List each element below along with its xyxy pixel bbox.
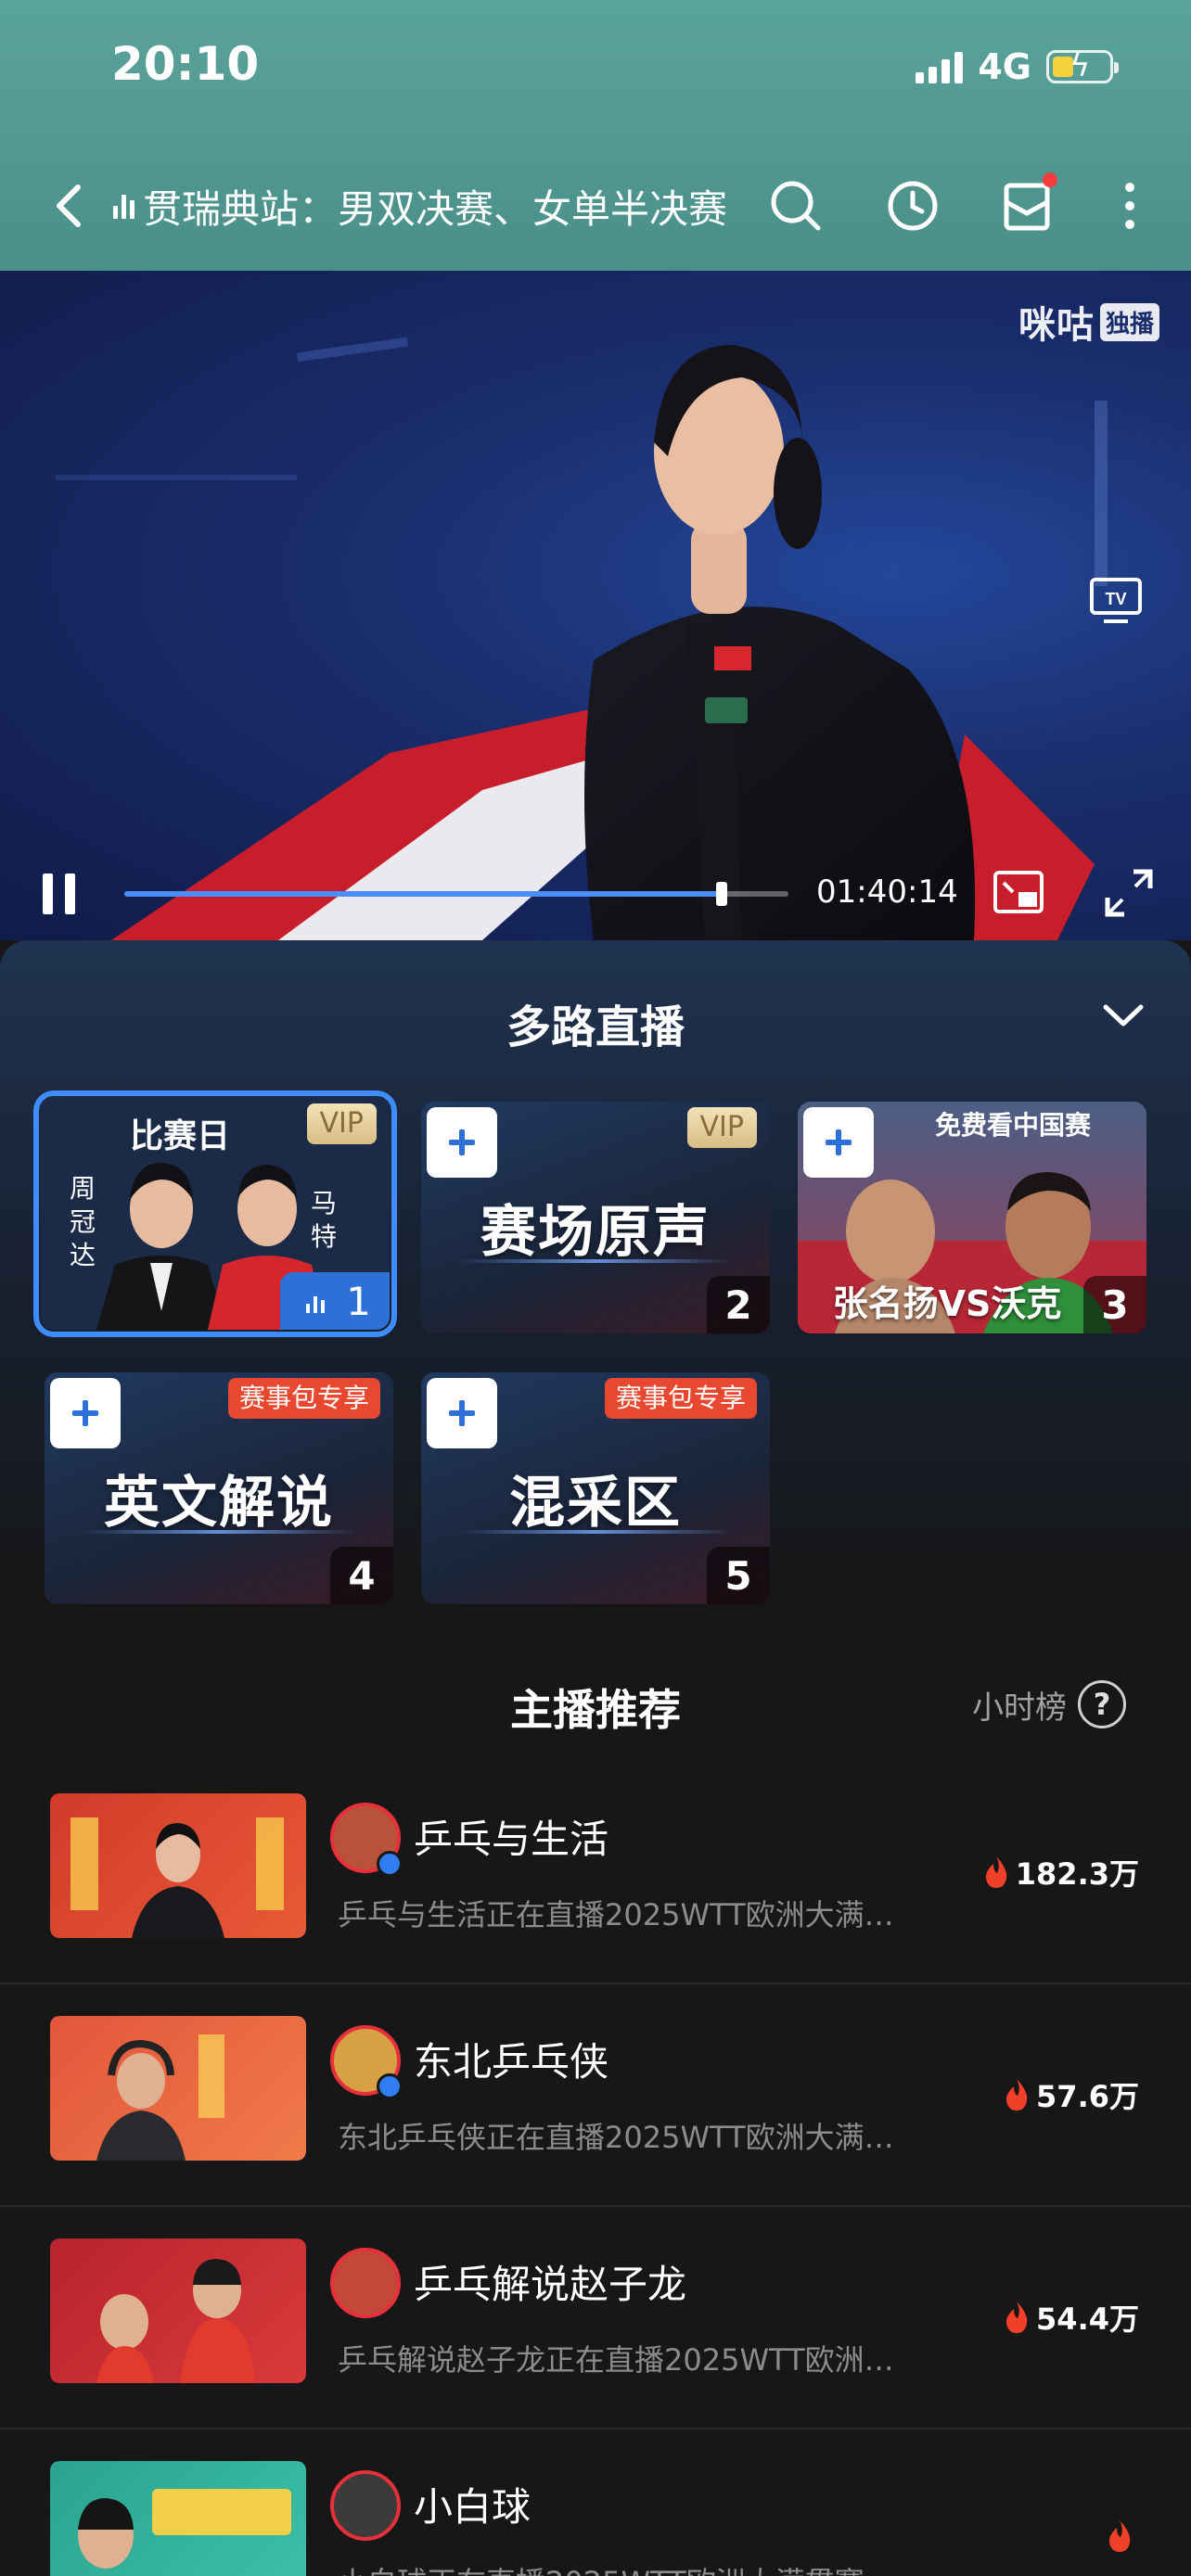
app-header: 20:10 4G ϟ 贯瑞典站：男双决赛、女单半决赛 xyxy=(0,0,1191,271)
stream-description: 东北乒乓侠正在直播2025WTT欧洲大满… xyxy=(338,2120,894,2155)
light-streak xyxy=(458,1259,733,1263)
package-badge: 赛事包专享 xyxy=(604,1378,757,1419)
stream-thumbnail xyxy=(50,2461,306,2576)
rank-label: 小时榜 xyxy=(972,1689,1067,1727)
plus-icon[interactable] xyxy=(427,1378,497,1448)
panel-title: 多路直播 xyxy=(506,1001,685,1053)
flame-icon xyxy=(985,1856,1007,1888)
stream-description: 乒乓与生活正在直播2025WTT欧洲大满… xyxy=(338,1897,894,1932)
plus-icon[interactable] xyxy=(803,1107,874,1178)
streamer-name: 乒乓解说赵子龙 xyxy=(414,2262,687,2307)
back-arrow-icon[interactable] xyxy=(41,176,100,236)
verified-badge-icon xyxy=(377,2073,403,2099)
list-item[interactable]: 乒乓解说赵子龙 乒乓解说赵子龙正在直播2025WTT欧洲… 54.4万 xyxy=(0,2207,1191,2429)
notification-dot xyxy=(1043,172,1057,187)
live-indicator-icon xyxy=(113,191,134,219)
card-title: 比赛日 xyxy=(129,1117,230,1155)
avatar[interactable] xyxy=(330,2470,401,2541)
video-player[interactable]: 咪咕 独播 TV 01:40:14 xyxy=(0,271,1191,940)
live-bars-icon xyxy=(306,1293,325,1313)
light-streak xyxy=(458,1530,733,1534)
vip-badge: VIP xyxy=(306,1103,377,1144)
playback-time: 01:40:14 xyxy=(816,874,958,911)
avatar[interactable] xyxy=(330,2248,401,2318)
heat-value: 54.4万 xyxy=(1036,2302,1139,2337)
channel-card-2[interactable]: VIP 赛场原声 2 xyxy=(421,1102,770,1333)
channel-number: 5 xyxy=(707,1547,770,1604)
more-menu-icon[interactable] xyxy=(1100,176,1159,236)
stream-description: 小白球正在直播2025WTT欧洲大满贯赛… xyxy=(338,2559,931,2576)
channel-number: 1 xyxy=(346,1279,371,1324)
channel-card-5[interactable]: 赛事包专享 混采区 5 xyxy=(421,1372,770,1604)
verified-badge-icon xyxy=(377,1851,403,1877)
heat-value: 182.3万 xyxy=(1015,1856,1139,1892)
battery-icon: ϟ xyxy=(1046,49,1119,83)
watermark-text: 咪咕 xyxy=(1018,304,1095,347)
channel-card-3[interactable]: 免费看中国赛 张名扬VS沃克 3 xyxy=(798,1102,1146,1333)
free-china-badge: 免费看中国赛 xyxy=(934,1110,1091,1141)
channel-number: 2 xyxy=(707,1276,770,1333)
heat-value: 57.6万 xyxy=(1036,2079,1139,2114)
heat-count: 182.3万 xyxy=(982,1851,1139,1894)
network-type: 4G xyxy=(978,46,1031,87)
page-title: 贯瑞典站：男双决赛、女单半决赛 xyxy=(143,186,728,232)
streamer-name: 小白球 xyxy=(414,2484,531,2530)
card-title: 张名扬VS沃克 xyxy=(832,1283,1062,1324)
card-title: 混采区 xyxy=(509,1471,682,1536)
progress-bar[interactable] xyxy=(124,882,788,906)
card-title: 赛场原声 xyxy=(480,1200,711,1265)
plus-icon[interactable] xyxy=(50,1378,121,1448)
heat-count: 57.6万 xyxy=(1003,2073,1139,2116)
stream-thumbnail xyxy=(50,1793,306,1938)
heat-count: 54.4万 xyxy=(1003,2296,1139,2339)
progress-handle[interactable] xyxy=(716,882,728,906)
flame-icon xyxy=(1005,2079,1028,2111)
list-item[interactable]: 乒乓与生活 乒乓与生活正在直播2025WTT欧洲大满… 182.3万 xyxy=(0,1762,1191,1984)
history-clock-icon[interactable] xyxy=(883,176,942,236)
stream-thumbnail xyxy=(50,2016,306,2161)
card-title: 英文解说 xyxy=(104,1471,334,1536)
package-badge: 赛事包专享 xyxy=(227,1378,380,1419)
chevron-down-icon[interactable] xyxy=(1100,998,1146,1035)
flame-icon xyxy=(1108,2520,1131,2552)
streamer-name: 东北乒乓侠 xyxy=(414,2039,609,2085)
search-icon[interactable] xyxy=(766,176,826,236)
channel-number: 4 xyxy=(330,1547,393,1604)
list-item[interactable]: 东北乒乓侠 东北乒乓侠正在直播2025WTT欧洲大满… 57.6万 xyxy=(0,1984,1191,2207)
commentator-left-name: 周冠达 xyxy=(69,1173,96,1270)
plus-icon[interactable] xyxy=(427,1107,497,1178)
light-streak xyxy=(82,1530,356,1534)
picture-in-picture-icon[interactable] xyxy=(992,870,1044,916)
hourly-rank-link[interactable]: 小时榜 ? xyxy=(972,1680,1126,1728)
status-indicators: 4G ϟ xyxy=(916,43,1119,91)
stream-thumbnail xyxy=(50,2238,306,2383)
help-icon[interactable]: ? xyxy=(1078,1680,1126,1728)
streamer-name: 乒乓与生活 xyxy=(414,1817,609,1862)
nav-bar: 贯瑞典站：男双决赛、女单半决赛 xyxy=(0,169,1191,243)
watermark-badge: 独播 xyxy=(1099,302,1159,341)
channel-number: 3 xyxy=(1083,1276,1146,1333)
channel-card-4[interactable]: 赛事包专享 英文解说 4 xyxy=(45,1372,393,1604)
brand-watermark: 咪咕 独播 xyxy=(1018,295,1159,349)
fullscreen-icon[interactable] xyxy=(1104,868,1154,918)
multi-channel-panel: 多路直播 比赛日 VIP 周冠达 马特 1 VIP 赛场原声 2 免费看中国赛 … xyxy=(0,940,1191,1608)
vip-badge: VIP xyxy=(686,1107,757,1148)
svg-text:TV: TV xyxy=(1105,590,1126,608)
list-item[interactable]: 小白球 小白球正在直播2025WTT欧洲大满贯赛… xyxy=(0,2429,1191,2576)
pause-icon[interactable] xyxy=(41,874,78,914)
heat-count xyxy=(1106,2519,1139,2554)
status-time: 20:10 xyxy=(111,37,260,91)
now-playing-badge: 1 xyxy=(280,1272,390,1330)
flame-icon xyxy=(1005,2302,1028,2333)
commentator-right-name: 马特 xyxy=(310,1188,337,1252)
channel-card-1[interactable]: 比赛日 VIP 周冠达 马特 1 xyxy=(33,1090,397,1337)
stream-description: 乒乓解说赵子龙正在直播2025WTT欧洲… xyxy=(338,2342,894,2378)
signal-icon xyxy=(916,50,964,83)
cast-tv-icon[interactable]: TV xyxy=(1089,577,1143,625)
athlete-video-frame xyxy=(56,337,1108,940)
player-controls: 01:40:14 xyxy=(0,846,1191,929)
